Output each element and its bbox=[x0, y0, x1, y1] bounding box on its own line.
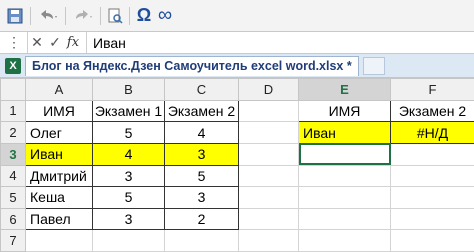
cell-b4[interactable]: 3 bbox=[92, 164, 165, 188]
formula-input[interactable]: Иван bbox=[87, 35, 126, 51]
chevron-down-icon[interactable]: ⋮ bbox=[5, 34, 23, 51]
row-header-1[interactable]: 1 bbox=[0, 99, 26, 123]
cell-c2[interactable]: 4 bbox=[164, 121, 239, 144]
row-header-6[interactable]: 6 bbox=[0, 207, 26, 231]
cell-a5[interactable]: Кеша bbox=[25, 186, 93, 209]
cell-d5[interactable] bbox=[238, 186, 299, 209]
name-box[interactable]: ⋮ bbox=[0, 32, 28, 53]
cell-b2[interactable]: 5 bbox=[92, 121, 165, 144]
cell-c6[interactable]: 2 bbox=[164, 207, 239, 231]
cell-f1[interactable]: Экзамен 2 bbox=[390, 99, 474, 123]
row-header-2[interactable]: 2 bbox=[0, 121, 26, 144]
select-all-corner[interactable] bbox=[0, 78, 26, 101]
print-preview-icon[interactable] bbox=[105, 5, 125, 27]
cell-e7[interactable] bbox=[298, 229, 391, 252]
cell-b1[interactable]: Экзамен 1 bbox=[92, 99, 165, 123]
cell-e6[interactable] bbox=[298, 207, 391, 231]
cell-c1[interactable]: Экзамен 2 bbox=[164, 99, 239, 123]
formula-bar: ⋮ ✕ ✓ fx Иван bbox=[0, 31, 474, 54]
excel-file-icon: X bbox=[5, 57, 21, 74]
column-header-a[interactable]: A bbox=[25, 78, 93, 101]
column-header-f[interactable]: F bbox=[390, 78, 474, 101]
column-header-e[interactable]: E bbox=[298, 78, 391, 101]
omega-symbol-button[interactable]: Ω bbox=[134, 5, 154, 27]
quick-access-toolbar: Ω ∞ bbox=[0, 0, 474, 31]
cell-d7[interactable] bbox=[238, 229, 299, 252]
column-header-d[interactable]: D bbox=[238, 78, 299, 101]
toolbar-separator bbox=[129, 6, 130, 25]
row-header-5[interactable]: 5 bbox=[0, 186, 26, 209]
cell-d4[interactable] bbox=[238, 164, 299, 188]
spreadsheet-grid: A B C D E F 1 ИМЯ Экзамен 1 Экзамен 2 ИМ… bbox=[0, 78, 474, 252]
cell-a2[interactable]: Олег bbox=[25, 121, 93, 144]
toolbar-separator bbox=[100, 6, 101, 25]
cell-d1[interactable] bbox=[238, 99, 299, 123]
cell-f2[interactable]: #Н/Д bbox=[390, 121, 474, 144]
column-header-c[interactable]: C bbox=[164, 78, 239, 101]
cell-a4[interactable]: Дмитрий bbox=[25, 164, 93, 188]
new-workbook-tab-button[interactable] bbox=[362, 56, 385, 75]
workbook-tab-title: Блог на Яндекс.Дзен Самоучитель excel wo… bbox=[32, 59, 352, 73]
row-header-7[interactable]: 7 bbox=[0, 229, 26, 252]
cell-f7[interactable] bbox=[390, 229, 474, 252]
workbook-tab-bar: X Блог на Яндекс.Дзен Самоучитель excel … bbox=[0, 54, 474, 78]
cell-d6[interactable] bbox=[238, 207, 299, 231]
cell-e4[interactable] bbox=[298, 164, 391, 188]
cell-d3[interactable] bbox=[238, 142, 299, 166]
save-icon[interactable] bbox=[4, 5, 26, 27]
cell-a1[interactable]: ИМЯ bbox=[25, 99, 93, 123]
toolbar-separator bbox=[65, 6, 66, 25]
toolbar-separator bbox=[30, 6, 31, 25]
cell-e1[interactable]: ИМЯ bbox=[298, 99, 391, 123]
cell-f5[interactable] bbox=[390, 186, 474, 209]
enter-check-icon[interactable]: ✓ bbox=[46, 34, 64, 51]
cancel-icon[interactable]: ✕ bbox=[28, 34, 46, 51]
cell-f3[interactable] bbox=[390, 142, 474, 166]
cell-a3[interactable]: Иван bbox=[25, 142, 93, 166]
undo-icon[interactable] bbox=[35, 5, 61, 27]
cell-f4[interactable] bbox=[390, 164, 474, 188]
infinity-symbol-button[interactable]: ∞ bbox=[154, 4, 176, 27]
insert-function-icon[interactable]: fx bbox=[64, 35, 82, 50]
column-header-b[interactable]: B bbox=[92, 78, 165, 101]
cell-c4[interactable]: 5 bbox=[164, 164, 239, 188]
cell-e3-active[interactable] bbox=[298, 142, 391, 166]
row-header-4[interactable]: 4 bbox=[0, 164, 26, 188]
redo-icon[interactable] bbox=[70, 5, 96, 27]
cell-c5[interactable]: 3 bbox=[164, 186, 239, 209]
row-header-3[interactable]: 3 bbox=[0, 142, 26, 166]
workbook-tab[interactable]: Блог на Яндекс.Дзен Самоучитель excel wo… bbox=[25, 55, 359, 76]
cell-b7[interactable] bbox=[92, 229, 165, 252]
cell-a6[interactable]: Павел bbox=[25, 207, 93, 231]
cell-d2[interactable] bbox=[238, 121, 299, 144]
cell-a7[interactable] bbox=[25, 229, 93, 252]
cell-e2[interactable]: Иван bbox=[298, 121, 391, 144]
cell-e5[interactable] bbox=[298, 186, 391, 209]
cell-b3[interactable]: 4 bbox=[92, 142, 165, 166]
cell-f6[interactable] bbox=[390, 207, 474, 231]
cell-c3[interactable]: 3 bbox=[164, 142, 239, 166]
cell-b6[interactable]: 3 bbox=[92, 207, 165, 231]
cell-b5[interactable]: 5 bbox=[92, 186, 165, 209]
cell-c7[interactable] bbox=[164, 229, 239, 252]
